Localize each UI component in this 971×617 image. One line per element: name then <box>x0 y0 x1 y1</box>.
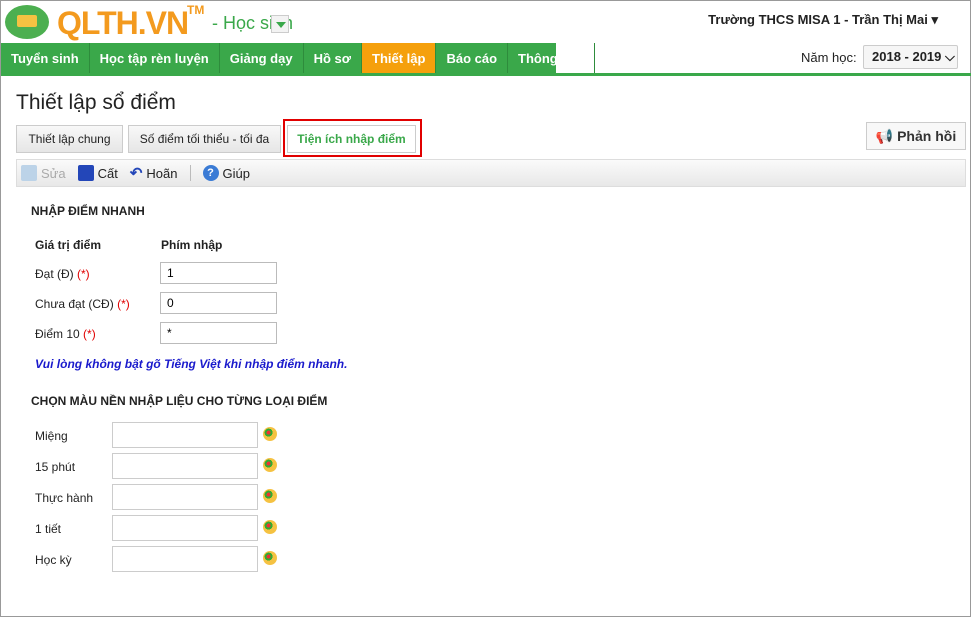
color-input-hoc-ky[interactable] <box>112 546 258 572</box>
highlight-box <box>283 119 422 157</box>
save-label: Cất <box>97 165 118 181</box>
nav-hoc-tap[interactable]: Học tập rèn luyện <box>90 43 220 73</box>
nav-giang-day[interactable]: Giảng dạy <box>220 43 304 73</box>
edit-button[interactable]: Sửa <box>21 165 66 181</box>
edit-label: Sửa <box>41 165 66 181</box>
edit-icon <box>21 165 37 181</box>
color-input-mieng[interactable] <box>112 422 258 448</box>
save-icon <box>77 165 94 181</box>
nav-ho-so[interactable]: Hồ sơ <box>304 43 363 73</box>
palette-icon[interactable] <box>263 458 277 472</box>
color-input-thuc-hanh[interactable] <box>112 484 258 510</box>
feedback-button[interactable]: 📢 Phản hồi <box>866 122 966 150</box>
color-section-title: CHỌN MÀU NỀN NHẬP LIỆU CHO TỪNG LOẠI ĐIỂ… <box>31 394 328 408</box>
role-dropdown-button[interactable] <box>271 15 289 33</box>
pass-label: Đạt (Đ) (*) <box>35 267 90 281</box>
toolbar: Sửa Cất ↶ Hoãn ? Giúp <box>16 159 966 187</box>
undo-icon: ↶ <box>129 165 143 182</box>
logo-icon <box>5 5 49 39</box>
col-value-header: Giá trị điểm <box>35 238 102 252</box>
color-label-15-phut: 15 phút <box>35 460 76 474</box>
page-title: Thiết lập sổ điểm <box>16 91 176 114</box>
nav-divider <box>1 73 971 76</box>
year-label: Năm học: <box>801 50 857 65</box>
palette-icon[interactable] <box>263 427 277 441</box>
save-button[interactable]: Cất <box>77 165 118 181</box>
main-nav: Tuyển sinh Học tập rèn luyện Giảng dạy H… <box>1 43 596 73</box>
tab-general[interactable]: Thiết lập chung <box>16 125 123 153</box>
undo-label: Hoãn <box>146 165 178 181</box>
score10-key-input[interactable] <box>160 322 277 344</box>
help-icon: ? <box>202 165 219 181</box>
logo-text: QLTH.VN <box>57 5 189 41</box>
fail-label: Chưa đạt (CĐ) (*) <box>35 297 130 311</box>
color-label-hoc-ky: Học kỳ <box>35 553 72 567</box>
help-label: Giúp <box>222 165 250 181</box>
quick-entry-title: NHẬP ĐIỂM NHANH <box>31 204 145 218</box>
color-input-15-phut[interactable] <box>112 453 258 479</box>
tab-min-max[interactable]: Số điểm tối thiểu - tối đa <box>128 125 281 153</box>
color-label-1-tiet: 1 tiết <box>35 522 62 536</box>
nav-tuyen-sinh[interactable]: Tuyển sinh <box>1 43 90 73</box>
user-menu[interactable]: Trường THCS MISA 1 - Trần Thị Mai ▾ <box>708 12 938 28</box>
score10-label: Điểm 10 (*) <box>35 327 96 341</box>
nav-thong-bao[interactable]: Thông báo <box>508 43 596 73</box>
col-key-header: Phím nhập <box>161 238 223 252</box>
color-input-1-tiet[interactable] <box>112 515 258 541</box>
nav-thiet-lap[interactable]: Thiết lập <box>362 43 437 73</box>
nav-bao-cao[interactable]: Báo cáo <box>436 43 509 73</box>
megaphone-icon: 📢 <box>875 128 894 144</box>
help-button[interactable]: ? Giúp <box>202 165 250 181</box>
feedback-label: Phản hồi <box>897 128 957 144</box>
pass-key-input[interactable] <box>160 262 277 284</box>
trademark: TM <box>187 3 205 17</box>
color-label-thuc-hanh: Thực hành <box>35 491 94 505</box>
palette-icon[interactable] <box>263 551 277 565</box>
palette-icon[interactable] <box>263 520 277 534</box>
year-select[interactable]: 2018 - 2019 ⌵ <box>863 45 958 69</box>
palette-icon[interactable] <box>263 489 277 503</box>
vietnamese-typing-note: Vui lòng không bật gõ Tiếng Việt khi nhậ… <box>35 357 348 371</box>
toolbar-separator <box>189 165 191 181</box>
undo-button[interactable]: ↶ Hoãn <box>130 164 178 182</box>
fail-key-input[interactable] <box>160 292 277 314</box>
color-label-mieng: Miệng <box>35 429 68 443</box>
